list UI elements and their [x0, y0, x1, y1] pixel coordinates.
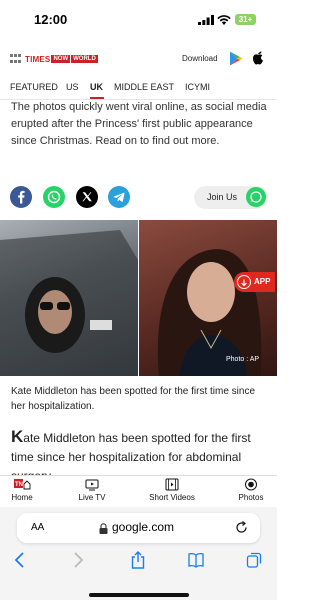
site-logo[interactable]: TIMES NOW WORLD: [10, 53, 98, 65]
nav-home-label: Home: [11, 493, 33, 502]
nav-short-videos[interactable]: Short Videos: [142, 478, 202, 502]
wifi-icon: [217, 15, 231, 25]
article-intro: The photos quickly went viral online, as…: [11, 101, 267, 147]
nav-live-tv[interactable]: Live TV: [72, 478, 112, 502]
whatsapp-icon[interactable]: [43, 186, 65, 208]
join-us-button[interactable]: Join Us: [194, 186, 268, 209]
drop-cap: K: [11, 427, 24, 446]
reload-icon[interactable]: [235, 521, 248, 534]
logo-world: WORLD: [71, 55, 98, 63]
back-icon[interactable]: [12, 551, 28, 569]
logo-times: TIMES: [25, 54, 51, 64]
nav-live-tv-label: Live TV: [78, 493, 106, 502]
nav-short-videos-label: Short Videos: [149, 493, 195, 502]
app-badge-label: APP: [254, 277, 271, 286]
camera-icon: [245, 478, 257, 491]
article-body-text: ate Middleton has been spotted for the f…: [11, 431, 251, 475]
lock-icon: [99, 523, 108, 534]
home-icon: TN: [14, 479, 31, 490]
menu-grid-icon[interactable]: [10, 54, 22, 64]
nav-photos[interactable]: Photos: [234, 478, 268, 502]
site-header: TIMES NOW WORLD Download: [0, 44, 277, 74]
photo-car-window: [0, 220, 138, 376]
film-icon: [165, 478, 179, 491]
photo-portrait: [139, 220, 277, 376]
svg-text:TN: TN: [15, 482, 23, 488]
status-bar: 12:00 31+: [0, 0, 277, 40]
logo-now: NOW: [51, 55, 71, 63]
text-size-button[interactable]: AA: [31, 522, 44, 533]
whatsapp-icon: [246, 187, 266, 207]
nav-home[interactable]: TN Home: [8, 478, 36, 502]
tab-uk[interactable]: UK: [90, 82, 103, 92]
forward-icon[interactable]: [70, 551, 86, 569]
article-photo: [0, 220, 277, 376]
apple-icon[interactable]: [252, 50, 264, 65]
tv-icon: [85, 479, 99, 491]
status-time: 12:00: [34, 12, 68, 27]
nav-photos-label: Photos: [238, 493, 264, 502]
address-bar[interactable]: AA google.com: [17, 513, 260, 543]
download-label: Download: [182, 54, 218, 63]
browser-bar: AA google.com: [0, 507, 277, 600]
tab-icymi[interactable]: ICYMI: [185, 82, 210, 92]
tabs-icon[interactable]: [246, 551, 262, 569]
share-row: Join Us: [0, 186, 277, 210]
telegram-icon[interactable]: [108, 186, 130, 208]
url-domain: google.com: [112, 520, 175, 534]
article-body: Kate Middleton has been spotted for the …: [11, 398, 269, 475]
app-download-badge[interactable]: APP: [234, 272, 275, 292]
photo-credit: Photo : AP: [226, 356, 260, 363]
home-indicator: [89, 593, 189, 597]
section-nav: FEATURED US UK MIDDLE EAST ICYMI: [0, 80, 277, 100]
x-icon[interactable]: [76, 186, 98, 208]
download-icon: [237, 275, 251, 289]
facebook-icon[interactable]: [10, 186, 32, 208]
bookmarks-icon[interactable]: [188, 551, 204, 569]
cellular-signal-icon: [198, 15, 214, 25]
tab-middle-east[interactable]: MIDDLE EAST: [114, 82, 174, 92]
bottom-nav: TN Home Live TV Short Videos Photos: [0, 475, 277, 507]
share-icon[interactable]: [130, 551, 146, 569]
tab-featured[interactable]: FEATURED: [10, 82, 58, 92]
google-play-icon[interactable]: [229, 51, 243, 66]
tab-us[interactable]: US: [66, 82, 79, 92]
join-us-label: Join Us: [207, 192, 238, 202]
photo-divider: [138, 220, 139, 376]
battery-indicator: 31+: [235, 14, 256, 25]
